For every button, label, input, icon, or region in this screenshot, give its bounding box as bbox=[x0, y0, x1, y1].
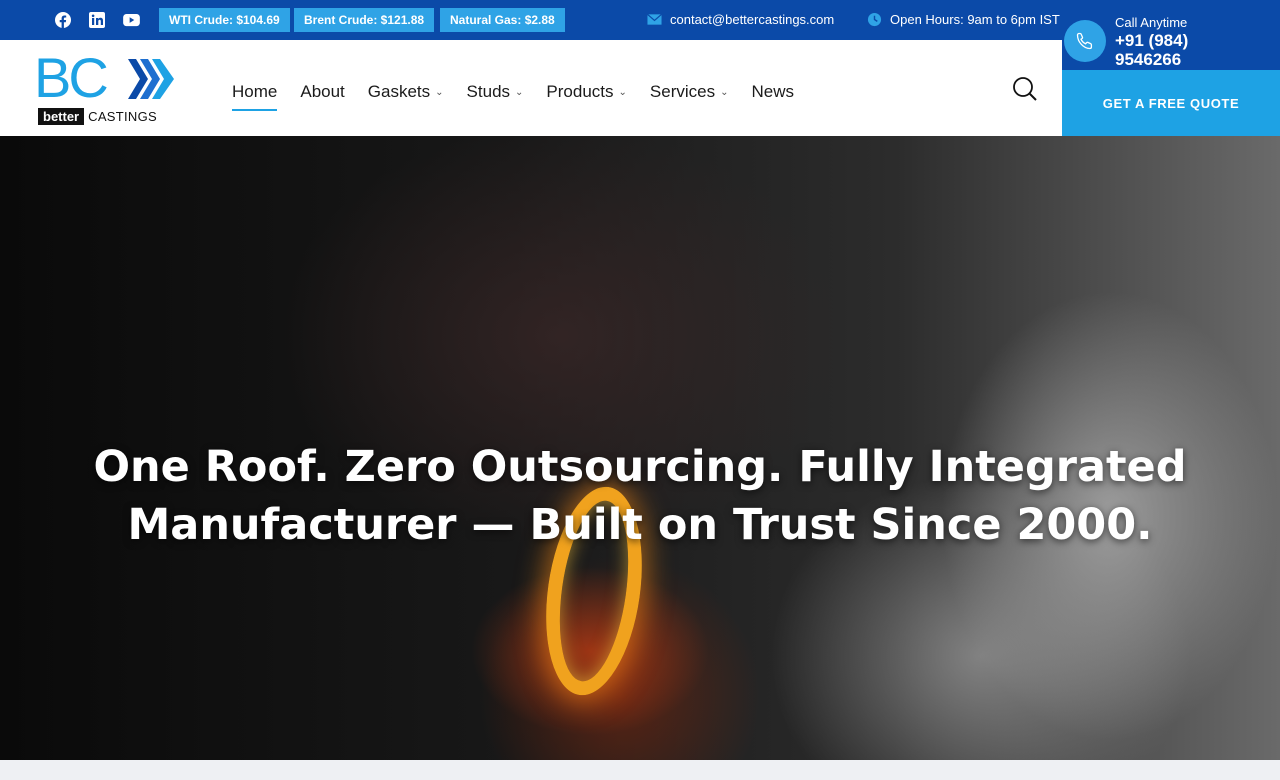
nav-label: Services bbox=[649, 82, 716, 101]
chevron-down-icon: ⌄ bbox=[720, 86, 729, 98]
main-header: BC better CASTINGS Home About Gaskets ⌄ S… bbox=[0, 40, 1062, 136]
nav-about[interactable]: About bbox=[300, 80, 344, 104]
ticker-brent: Brent Crude: $121.88 bbox=[294, 8, 435, 32]
facebook-icon[interactable] bbox=[54, 11, 72, 29]
clock-icon bbox=[867, 12, 882, 27]
nav-label: Products bbox=[546, 82, 614, 101]
chevron-down-icon: ⌄ bbox=[618, 86, 627, 98]
envelope-icon bbox=[647, 13, 662, 25]
nav-label: Home bbox=[232, 82, 278, 101]
call-anytime-box[interactable]: Call Anytime +91 (984) 9546266 bbox=[1062, 0, 1280, 70]
get-quote-button[interactable]: GET A FREE QUOTE bbox=[1062, 70, 1280, 136]
youtube-icon[interactable] bbox=[122, 11, 140, 29]
nav-label: Studs bbox=[466, 82, 511, 101]
chevron-down-icon: ⌄ bbox=[435, 86, 444, 98]
logo-tag-castings: CASTINGS bbox=[88, 109, 157, 124]
open-hours: Open Hours: 9am to 6pm IST bbox=[867, 12, 1060, 27]
nav-studs[interactable]: Studs ⌄ bbox=[467, 80, 524, 104]
hero-section: One Roof. Zero Outsourcing. Fully Integr… bbox=[0, 136, 1280, 760]
nav-label: Gaskets bbox=[367, 82, 431, 101]
logo-tagline: better CASTINGS bbox=[38, 108, 157, 125]
logo-tag-better: better bbox=[38, 108, 85, 125]
nav-services[interactable]: Services ⌄ bbox=[650, 80, 729, 104]
hero-title: One Roof. Zero Outsourcing. Fully Integr… bbox=[93, 442, 1187, 550]
email-contact[interactable]: contact@bettercastings.com bbox=[647, 12, 834, 27]
ticker-natural-gas: Natural Gas: $2.88 bbox=[440, 8, 565, 32]
logo-mark: BC bbox=[34, 46, 109, 109]
nav-products[interactable]: Products ⌄ bbox=[546, 80, 626, 104]
linkedin-icon[interactable] bbox=[88, 11, 106, 29]
nav-label: News bbox=[751, 82, 794, 101]
phone-icon bbox=[1064, 20, 1106, 62]
hours-text: Open Hours: 9am to 6pm IST bbox=[890, 12, 1060, 27]
main-nav: Home About Gaskets ⌄ Studs ⌄ Products ⌄ Ser… bbox=[232, 80, 817, 111]
nav-home[interactable]: Home bbox=[232, 80, 278, 111]
ticker-wti: WTI Crude: $104.69 bbox=[159, 8, 290, 32]
nav-gaskets[interactable]: Gaskets ⌄ bbox=[368, 80, 444, 104]
nav-news[interactable]: News bbox=[751, 80, 794, 104]
chevron-down-icon: ⌄ bbox=[515, 86, 524, 98]
next-section-strip bbox=[0, 760, 1280, 780]
site-logo[interactable]: BC better CASTINGS bbox=[34, 50, 176, 126]
nav-label: About bbox=[300, 82, 345, 101]
search-icon[interactable] bbox=[1012, 76, 1038, 102]
call-label: Call Anytime bbox=[1115, 15, 1188, 30]
email-text: contact@bettercastings.com bbox=[670, 12, 835, 27]
logo-arrows-icon bbox=[128, 59, 174, 99]
call-number[interactable]: +91 (984) 9546266 bbox=[1115, 31, 1235, 69]
